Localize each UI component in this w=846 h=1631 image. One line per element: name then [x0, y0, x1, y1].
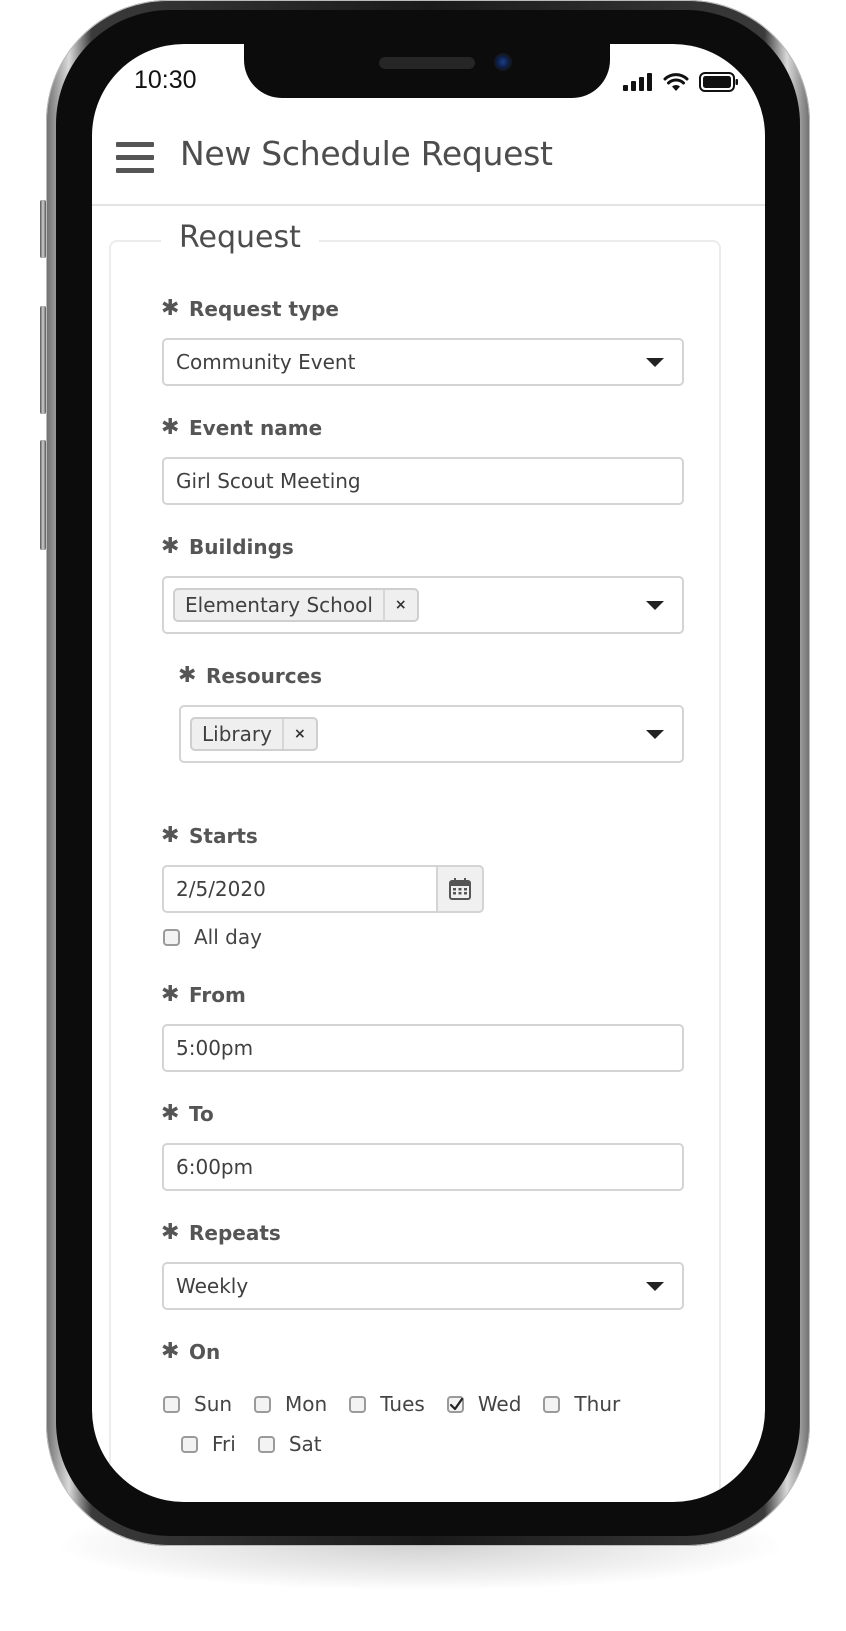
request-type-value: Community Event	[176, 350, 356, 374]
building-tag: Elementary School ×	[173, 588, 419, 622]
speaker-grille	[379, 57, 475, 69]
buildings-label: ✱ Buildings	[161, 534, 294, 559]
starts-label: ✱ Starts	[161, 823, 258, 848]
fieldset-legend: Request	[161, 220, 319, 255]
request-type-label: ✱ Request type	[161, 296, 339, 321]
resources-label: ✱ Resources	[178, 663, 322, 688]
building-tag-label: Elementary School	[185, 593, 373, 617]
required-marker: ✱	[161, 415, 180, 440]
request-type-select[interactable]: Community Event	[162, 338, 684, 386]
resource-tag: Library ×	[190, 717, 318, 751]
weekday-sat[interactable]: Sat	[257, 1432, 322, 1456]
required-marker: ✱	[161, 1220, 180, 1245]
weekday-fri[interactable]: Fri	[181, 1432, 236, 1456]
calendar-icon	[449, 878, 471, 900]
weekday-thur[interactable]: Thur	[543, 1392, 620, 1416]
close-icon[interactable]: ×	[281, 719, 316, 749]
weekday-sun[interactable]: Sun	[163, 1392, 232, 1416]
front-camera	[494, 53, 512, 71]
weekday-label: Fri	[212, 1432, 236, 1456]
caret-down-icon	[646, 1282, 664, 1291]
request-type-label-text: Request type	[189, 296, 339, 321]
required-marker: ✱	[161, 1339, 180, 1364]
weekday-checkbox[interactable]	[163, 1395, 180, 1413]
weekday-checkbox[interactable]	[257, 1435, 275, 1453]
wifi-icon	[663, 72, 689, 91]
weekday-checkbox[interactable]	[181, 1435, 198, 1453]
weekday-row-2: Fri Sat	[181, 1432, 322, 1456]
request-fieldset: Request ✱ Request type Community Event ✱…	[109, 220, 721, 1502]
all-day-label: All day	[194, 925, 262, 949]
all-day-row: All day	[163, 925, 262, 949]
battery-icon	[699, 72, 738, 92]
starts-label-text: Starts	[189, 823, 258, 848]
event-name-input[interactable]: Girl Scout Meeting	[162, 457, 684, 505]
status-icons	[623, 72, 739, 92]
caret-down-icon	[646, 730, 664, 739]
close-icon[interactable]: ×	[382, 590, 417, 620]
buildings-multiselect[interactable]: Elementary School ×	[162, 576, 684, 634]
weekday-mon[interactable]: Mon	[254, 1392, 327, 1416]
resource-tag-label: Library	[202, 722, 272, 746]
weekday-label: Wed	[477, 1392, 522, 1416]
status-time: 10:30	[134, 66, 197, 94]
weekday-wed[interactable]: Wed	[446, 1392, 522, 1416]
calendar-button[interactable]	[436, 865, 484, 913]
weekday-label: Tues	[380, 1392, 425, 1416]
from-label: ✱ From	[161, 982, 246, 1007]
required-marker: ✱	[161, 982, 180, 1007]
weekday-checkbox[interactable]	[349, 1395, 367, 1413]
weekday-checkbox[interactable]	[254, 1395, 272, 1413]
repeats-select[interactable]: Weekly	[162, 1262, 684, 1310]
to-label: ✱ To	[161, 1101, 214, 1126]
required-marker: ✱	[161, 823, 180, 848]
resources-label-text: Resources	[206, 663, 323, 688]
to-time-value: 6:00pm	[176, 1155, 254, 1179]
event-name-label-text: Event name	[189, 415, 323, 440]
resources-multiselect[interactable]: Library ×	[179, 705, 684, 763]
required-marker: ✱	[161, 534, 180, 559]
event-name-value: Girl Scout Meeting	[176, 469, 361, 493]
to-label-text: To	[189, 1101, 214, 1126]
checkmark-icon	[449, 1397, 463, 1410]
weekday-label: Mon	[285, 1392, 328, 1416]
repeats-value: Weekly	[176, 1274, 249, 1298]
start-date-value: 2/5/2020	[176, 877, 266, 901]
weekday-label: Sun	[194, 1392, 233, 1416]
on-label: ✱ On	[161, 1339, 220, 1364]
event-name-label: ✱ Event name	[161, 415, 322, 440]
cellular-signal-icon	[623, 73, 652, 91]
buildings-label-text: Buildings	[189, 534, 294, 559]
caret-down-icon	[646, 358, 664, 367]
notch	[244, 44, 610, 98]
weekday-tues[interactable]: Tues	[349, 1392, 425, 1416]
weekday-checkbox-checked[interactable]	[446, 1395, 464, 1413]
hamburger-icon[interactable]	[116, 142, 154, 176]
all-day-checkbox[interactable]	[163, 928, 180, 946]
to-time-input[interactable]: 6:00pm	[162, 1143, 684, 1191]
from-label-text: From	[189, 982, 246, 1007]
weekday-row: Sun Mon Tues Wed Thur	[163, 1392, 620, 1416]
on-label-text: On	[189, 1339, 221, 1364]
weekday-checkbox[interactable]	[543, 1395, 561, 1413]
repeats-label: ✱ Repeats	[161, 1220, 281, 1245]
phone-screen: 10:30 New Schedule Request Request ✱ Req…	[92, 44, 765, 1502]
required-marker: ✱	[178, 663, 197, 688]
from-time-input[interactable]: 5:00pm	[162, 1024, 684, 1072]
repeats-label-text: Repeats	[189, 1220, 281, 1245]
caret-down-icon	[646, 601, 664, 610]
weekday-label: Sat	[288, 1432, 322, 1456]
weekday-label: Thur	[574, 1392, 621, 1416]
from-time-value: 5:00pm	[176, 1036, 254, 1060]
page-title: New Schedule Request	[180, 134, 553, 173]
start-date-input[interactable]: 2/5/2020	[162, 865, 438, 913]
app-header: New Schedule Request	[92, 122, 765, 206]
required-marker: ✱	[161, 296, 180, 321]
required-marker: ✱	[161, 1101, 180, 1126]
